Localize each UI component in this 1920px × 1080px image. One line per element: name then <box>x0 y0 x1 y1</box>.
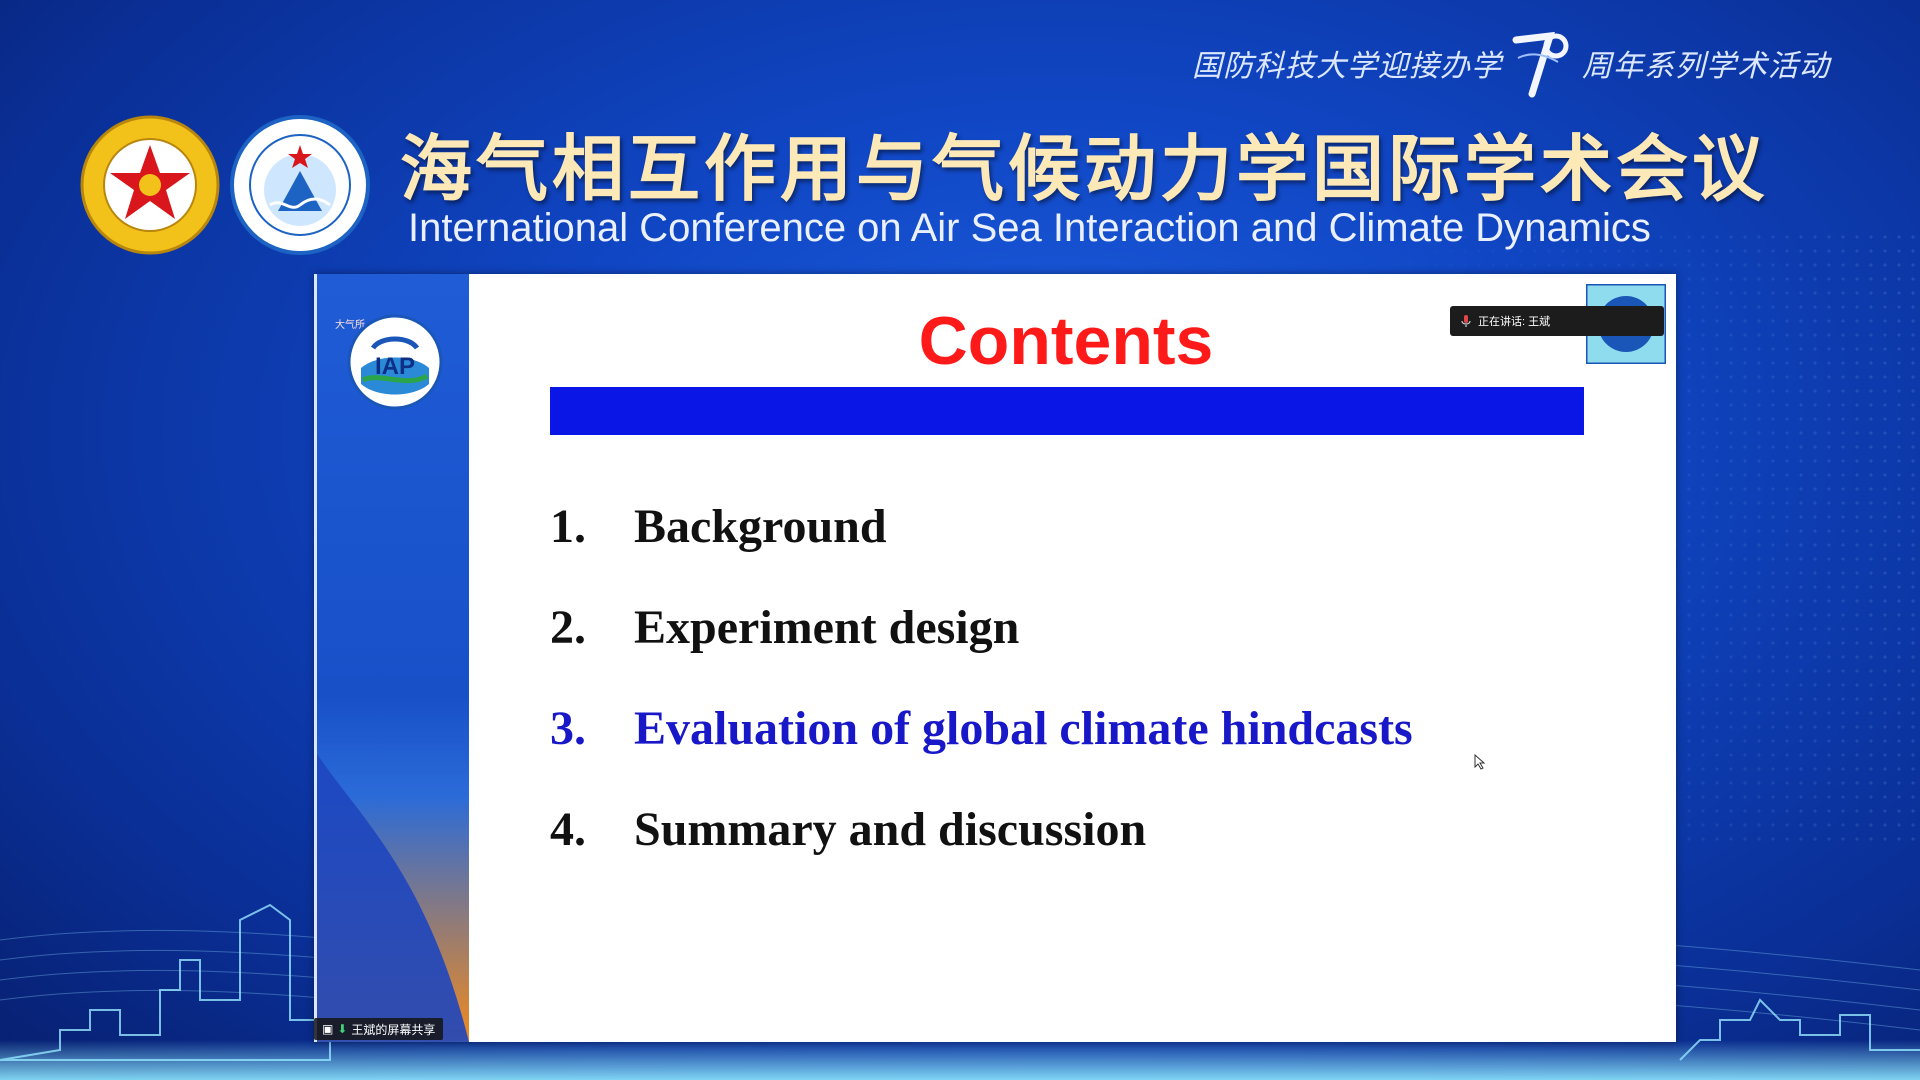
screen-share-label: 王斌的屏幕共享 <box>351 1022 436 1037</box>
screen-share-badge[interactable]: ▣ ⬇ 王斌的屏幕共享 <box>314 1018 444 1040</box>
share-screen-icon: ▣ <box>322 1022 334 1036</box>
contents-item-number: 2. <box>550 601 586 654</box>
bottom-glow-decoration <box>0 1040 1920 1080</box>
mouse-cursor-icon <box>1474 754 1486 770</box>
event-line-right: 周年系列学术活动 <box>1582 50 1830 83</box>
now-speaking-indicator: 正在讲话: 王斌 <box>1450 306 1664 336</box>
contents-item-label: Evaluation of global climate hindcasts <box>634 702 1413 755</box>
contents-item-number: 1. <box>550 500 586 553</box>
slide-side-panel: 大气所 IAP <box>314 274 469 1042</box>
now-speaking-label: 正在讲话: 王斌 <box>1478 316 1551 328</box>
college-seal-icon <box>230 115 370 255</box>
seventy-anniversary-emblem <box>1512 31 1569 98</box>
iap-logo-icon: IAP <box>347 314 443 410</box>
contents-item-current: 3. Evaluation of global climate hindcast… <box>550 678 1413 779</box>
contents-item: 1. Background <box>550 476 1413 577</box>
title-underline-bar <box>550 387 1584 435</box>
contents-list: 1. Background 2. Experiment design 3. Ev… <box>550 476 1413 880</box>
slide-content: Contents 1. Background 2. Experiment des… <box>466 274 1676 1042</box>
microphone-icon <box>1461 315 1471 327</box>
contents-item-label: Summary and discussion <box>634 803 1147 856</box>
contents-item-label: Background <box>634 500 887 553</box>
contents-item-label: Experiment design <box>634 601 1020 654</box>
slide-side-curve-decoration <box>317 754 469 1042</box>
contents-item: 2. Experiment design <box>550 577 1413 678</box>
conference-title-chinese: 海气相互作用与气候动力学国际学术会议 <box>400 126 1769 211</box>
event-series-banner: 国防科技大学迎接办学 周年系列学术活动 <box>1192 28 1830 98</box>
contents-item-number: 3. <box>550 702 586 755</box>
contents-item-number: 4. <box>550 803 586 856</box>
conference-title-english: International Conference on Air Sea Inte… <box>408 206 1651 250</box>
nudt-seal-icon <box>80 115 220 255</box>
contents-item: 4. Summary and discussion <box>550 779 1413 880</box>
event-line-left: 国防科技大学迎接办学 <box>1192 50 1502 83</box>
screen-share-window: 大气所 IAP Contents 1. Background 2. Experi… <box>314 274 1676 1042</box>
share-arrow-icon: ⬇ <box>337 1022 348 1036</box>
svg-text:IAP: IAP <box>375 353 415 380</box>
